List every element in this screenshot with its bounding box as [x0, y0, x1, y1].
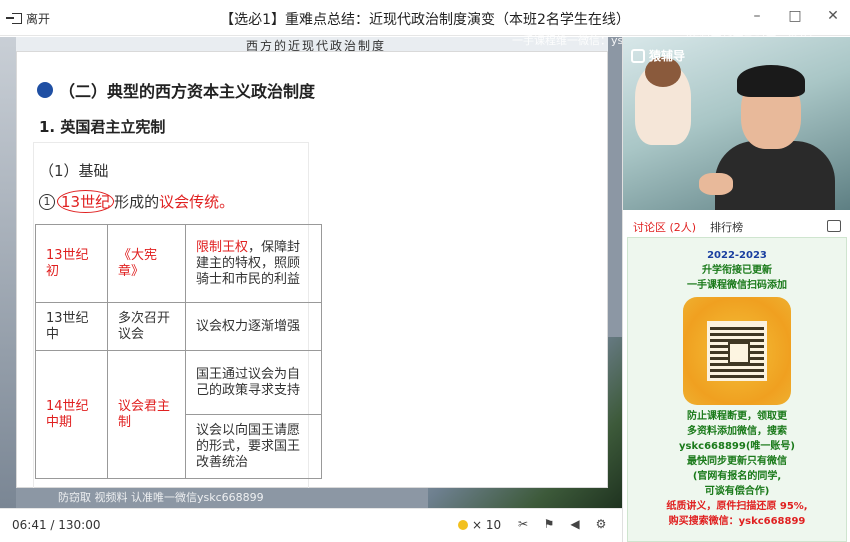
slide-subtitle: 1. 英国君主立宪制 — [39, 118, 166, 136]
event-cell: 多次召开议会 — [107, 302, 186, 351]
promo-line: 一手课程微信扫码添加 — [687, 280, 787, 291]
teacher-hair — [737, 65, 805, 97]
window-controls: – □ ✕ — [750, 8, 840, 24]
slide-area: 西方的近现代政治制度 （二）典型的西方资本主义政治制度 1. 英国君主立宪制 （… — [0, 37, 622, 508]
promo-line: 多资料添加微信，搜索 — [687, 426, 787, 437]
slide: （二）典型的西方资本主义政治制度 1. 英国君主立宪制 （1）基础 1 13世纪… — [16, 51, 608, 488]
watermark: 防窃取 视频料 认准唯一微信yskc668899 — [58, 491, 264, 504]
period-cell: 14世纪中期 — [35, 350, 108, 479]
restore-button[interactable]: □ — [788, 8, 802, 24]
right-panel: 猿辅导 讨论区 (2人) 排行榜 2022-2023 升学衔接已更新 一手课程微… — [622, 37, 850, 542]
panel-tabs: 讨论区 (2人) 排行榜 — [623, 217, 850, 237]
section-title-text: （二）典型的西方资本主义政治制度 — [59, 82, 316, 101]
period-cell: 13世纪中 — [35, 302, 108, 351]
promo-line: yskc668899(唯一账号) — [679, 441, 795, 452]
table-row: 13世纪中 多次召开议会 议会权力逐渐增强 — [35, 302, 322, 351]
bullet-dot-icon — [37, 82, 53, 98]
desc-cell: 限制王权，保障封建主的特权，照顾骑士和市民的利益 — [185, 224, 322, 303]
background-edge — [0, 37, 16, 508]
promo-line: 购买搜索微信：yskc668899 — [668, 516, 806, 527]
basis-middle-text: 形成的 — [114, 193, 160, 211]
section-title: （二）典型的西方资本主义政治制度 — [37, 78, 315, 102]
basis-label: （1）基础 — [39, 162, 109, 180]
promo-line: 2022-2023 — [707, 250, 767, 261]
tab-discussion[interactable]: 讨论区 (2人) — [633, 219, 696, 235]
basis-red-text: 议会传统。 — [159, 193, 235, 211]
settings-icon[interactable] — [827, 220, 841, 232]
history-table: 13世纪初 《大宪章》 限制王权，保障封建主的特权，照顾骑士和市民的利益 13世… — [35, 224, 322, 479]
promo-line: (官网有报名的同学, — [692, 471, 782, 482]
flag-icon[interactable]: ⚑ — [542, 517, 556, 531]
promo-line: 可谈有偿合作) — [704, 486, 770, 497]
title-bar: 离开 【选必1】重难点总结：近现代政治制度演变（本班2名学生在线） – □ ✕ — [0, 0, 850, 36]
coin-count: × 10 — [472, 518, 502, 532]
promo-line: 升学衔接已更新 — [702, 265, 772, 276]
playback-time: 06:41 / 130:00 — [12, 518, 101, 532]
promo-line: 纸质讲义，原件扫描还原 95%, — [666, 501, 808, 512]
event-cell: 《大宪章》 — [107, 224, 186, 303]
qr-code-frame — [683, 297, 791, 405]
table-row: 14世纪中期 议会君主制 国王通过议会为自己的政策寻求支持 — [35, 350, 322, 479]
period-cell: 13世纪初 — [35, 224, 108, 303]
teacher-video[interactable]: 猿辅导 — [623, 37, 850, 210]
promo-banner: 2022-2023 升学衔接已更新 一手课程微信扫码添加 防止课程断更，领取更 … — [627, 237, 847, 542]
volume-icon[interactable]: ◀ — [568, 517, 582, 531]
coin-counter[interactable]: × 10 — [458, 518, 501, 532]
logo-text: 猿辅导 — [649, 49, 686, 63]
close-button[interactable]: ✕ — [826, 8, 840, 24]
promo-line: 防止课程断更，领取更 — [687, 411, 787, 422]
scissors-icon[interactable]: ✂ — [516, 517, 530, 531]
brand-logo: 猿辅导 — [631, 47, 685, 64]
promo-line: 最快同步更新只有微信 — [687, 456, 787, 467]
player-bar: 06:41 / 130:00 × 10 ✂ ⚑ ◀ ⚙ — [0, 508, 622, 542]
desc-cell: 议会以向国王请愿的形式，要求国王改善统治 — [185, 414, 322, 479]
desc-cell: 议会权力逐渐增强 — [185, 302, 322, 351]
event-cell: 议会君主制 — [107, 350, 186, 479]
highlight-century: 13世纪 — [57, 190, 115, 213]
basis-line: 1 13世纪 形成的 议会传统。 — [39, 190, 234, 213]
minimize-button[interactable]: – — [750, 8, 764, 24]
desc-red-text: 限制王权 — [196, 239, 249, 255]
settings-gear-icon[interactable]: ⚙ — [594, 517, 608, 531]
coin-icon — [458, 520, 468, 530]
desc-cell: 国王通过议会为自己的政策寻求支持 — [185, 350, 322, 415]
window-title: 【选必1】重难点总结：近现代政治制度演变（本班2名学生在线） — [220, 12, 630, 28]
table-row: 13世纪初 《大宪章》 限制王权，保障封建主的特权，照顾骑士和市民的利益 — [35, 224, 322, 303]
teacher-hand — [699, 173, 733, 195]
number-circle-icon: 1 — [39, 193, 55, 210]
qr-code-icon — [707, 321, 767, 381]
logo-icon — [631, 48, 645, 63]
teacher-body — [715, 141, 835, 210]
tab-ranking[interactable]: 排行榜 — [710, 219, 743, 235]
